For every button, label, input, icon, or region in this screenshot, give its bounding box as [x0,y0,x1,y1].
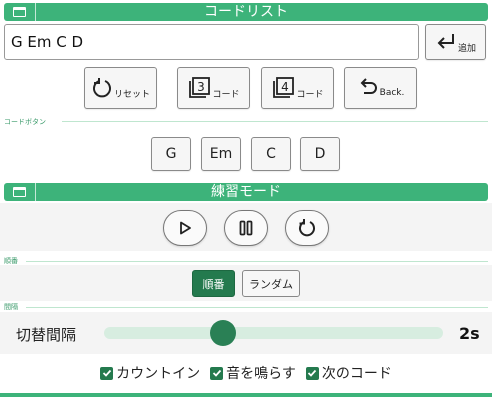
next-chord-option[interactable]: 次のコード [305,363,392,383]
three-chord-button[interactable]: 3 コード [177,67,250,109]
checkmark-icon [102,369,111,377]
order-random-button[interactable]: ランダム [242,270,300,297]
pause-icon [239,220,253,236]
restart-icon [299,219,315,237]
count-in-label: カウントイン [116,366,201,382]
chord-button-c[interactable]: C [251,137,291,171]
interval-slider-thumb[interactable] [209,320,236,346]
sound-label: 音を鳴らす [226,366,296,382]
order-sequential-button[interactable]: 順番 [192,270,235,297]
interval-slider[interactable] [104,320,443,346]
reset-button[interactable]: リセット [84,67,157,109]
sound-option[interactable]: 音を鳴らす [210,363,296,383]
back-button[interactable]: Back. [344,67,417,109]
three-chord-label: コード [212,89,240,100]
four-chord-label: コード [296,89,324,100]
reset-label: リセット [113,89,150,100]
count-in-checkbox[interactable] [100,366,114,380]
checkmark-icon [308,369,317,377]
chord-list-input[interactable] [4,24,419,60]
section-divider [26,307,488,308]
play-button[interactable] [163,210,207,246]
practice-mode-title: 練習モード [211,184,281,200]
sound-checkbox[interactable] [210,366,224,380]
chord-button-g[interactable]: G [151,137,191,171]
pause-button[interactable] [224,210,268,246]
four-chord-icon: 4 [273,77,295,98]
options-row: カウントイン 音を鳴らす 次のコード [0,363,492,383]
svg-text:3: 3 [198,80,206,94]
chord-list-header: コードリスト [4,3,488,21]
reset-icon [92,78,111,98]
undo-icon [360,78,377,94]
interval-section-label: 間隔 [4,303,18,311]
play-icon [180,221,191,235]
next-chord-label: 次のコード [321,366,392,382]
interval-label: 切替間隔 [16,326,77,344]
next-chord-checkbox[interactable] [305,366,319,380]
chord-buttons-section-label: コードボタン [4,118,46,126]
bottom-accent-bar [0,393,492,397]
restart-button[interactable] [285,210,329,246]
svg-text:4: 4 [282,80,290,94]
add-button[interactable]: 追加 [425,24,486,60]
section-divider [26,261,488,262]
checkmark-icon [212,369,221,377]
chord-button-d[interactable]: D [300,137,340,171]
section-divider [62,121,488,122]
count-in-option[interactable]: カウントイン [100,363,200,383]
practice-mode-header: 練習モード [4,183,488,201]
enter-icon [437,34,454,49]
four-chord-button[interactable]: 4 コード [261,67,334,109]
chord-list-title: コードリスト [204,4,288,20]
three-chord-icon: 3 [189,77,211,98]
add-button-label: 追加 [457,43,476,54]
chord-button-em[interactable]: Em [201,137,241,171]
interval-value: 2s [459,324,480,343]
back-label: Back. [379,88,405,98]
